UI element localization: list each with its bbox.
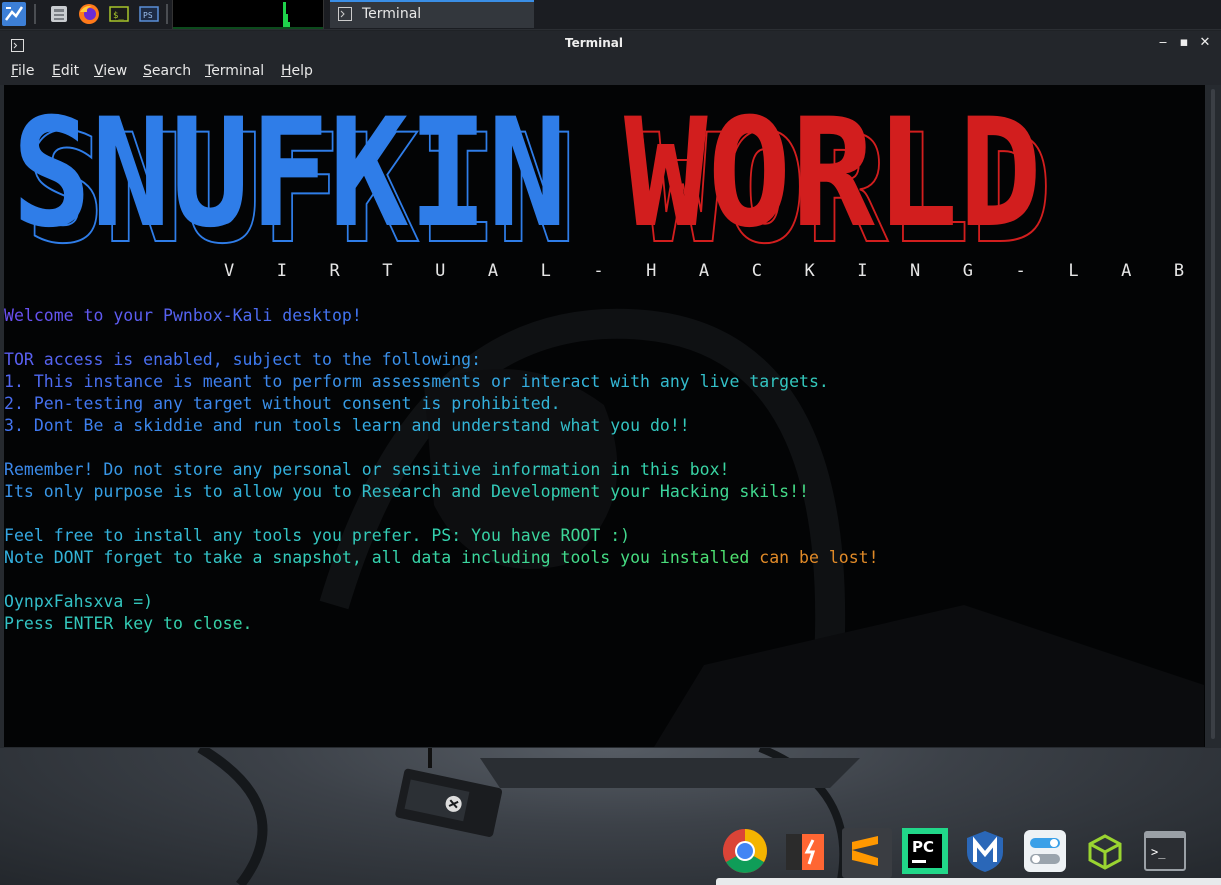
- dock: PC >_: [720, 826, 1200, 878]
- pycharm-icon[interactable]: PC: [902, 828, 952, 878]
- banner-right: WORLD: [624, 105, 1042, 245]
- menu-file[interactable]: File: [11, 63, 34, 79]
- terminal-line: OynpxFahsxva =): [4, 592, 154, 611]
- banner-subtitle: V I R T U A L - H A C K I N G - L A B: [224, 261, 1201, 281]
- terminal-line: 3. Dont Be a skiddie and run tools learn…: [4, 416, 690, 435]
- chrome-icon[interactable]: [722, 828, 772, 878]
- terminal-line: Its only purpose is to allow you to Rese…: [4, 482, 809, 501]
- file-manager-icon[interactable]: [48, 3, 70, 25]
- settings-icon[interactable]: [1022, 828, 1072, 878]
- maximize-icon[interactable]: ▪: [1175, 35, 1193, 50]
- svg-text:$_: $_: [113, 11, 124, 21]
- burpsuite-icon[interactable]: [782, 828, 832, 878]
- window-titlebar[interactable]: Terminal ‒ ▪ ✕: [0, 31, 1221, 57]
- terminal-launcher-icon[interactable]: $_: [108, 3, 130, 25]
- close-icon[interactable]: ✕: [1196, 35, 1214, 50]
- top-panel: $_ PS Terminal: [0, 0, 1221, 30]
- window-title: Terminal: [564, 36, 624, 50]
- terminal-scrollbar[interactable]: [1208, 85, 1218, 747]
- svg-text:PC: PC: [912, 838, 934, 856]
- dock-shelf: [716, 878, 1221, 885]
- svg-text:PS: PS: [143, 11, 153, 20]
- terminal-line: 1. This instance is meant to perform ass…: [4, 372, 829, 391]
- powershell-icon[interactable]: PS: [138, 3, 160, 25]
- menu-bar: File Edit View Search Terminal Help: [0, 57, 1221, 85]
- taskbar-terminal-label: Terminal: [362, 6, 422, 22]
- terminal-line: Feel free to install any tools you prefe…: [4, 526, 631, 545]
- terminal-line: Welcome to your Pwnbox-Kali desktop!: [4, 306, 362, 325]
- kali-menu-icon[interactable]: [2, 2, 26, 26]
- terminal-icon[interactable]: >_: [1142, 828, 1192, 878]
- vm-icon[interactable]: [1082, 828, 1132, 878]
- terminal-line: 2. Pen-testing any target without consen…: [4, 394, 561, 413]
- menu-view[interactable]: View: [94, 63, 127, 79]
- sublime-icon[interactable]: [842, 828, 892, 878]
- terminal-output[interactable]: SNUFKIN SNUFKIN WORLD WORLD V I R T U A …: [4, 85, 1205, 747]
- panel-separator: [166, 4, 168, 24]
- terminal-line: TOR access is enabled, subject to the fo…: [4, 350, 481, 369]
- banner-left: SNUFKIN: [12, 105, 567, 245]
- terminal-line: Press ENTER key to close.: [4, 614, 253, 633]
- firefox-icon[interactable]: [78, 3, 100, 25]
- metasploit-icon[interactable]: [962, 828, 1012, 878]
- minimize-icon[interactable]: ‒: [1154, 35, 1172, 50]
- terminal-line: Remember! Do not store any personal or s…: [4, 460, 730, 479]
- menu-edit[interactable]: Edit: [52, 63, 79, 79]
- terminal-icon: [338, 7, 352, 25]
- svg-text:>_: >_: [1151, 845, 1166, 859]
- menu-terminal[interactable]: Terminal: [205, 63, 264, 79]
- cpu-graph: [172, 0, 324, 29]
- menu-help[interactable]: Help: [281, 63, 313, 79]
- terminal-window: Terminal ‒ ▪ ✕ File Edit View Search Ter…: [0, 31, 1221, 748]
- menu-search[interactable]: Search: [143, 63, 191, 79]
- taskbar-terminal-button[interactable]: Terminal: [330, 0, 534, 28]
- banner-art: SNUFKIN SNUFKIN WORLD WORLD: [12, 105, 1053, 245]
- panel-separator: [34, 4, 36, 24]
- terminal-line: Note DONT forget to take a snapshot, all…: [4, 548, 879, 567]
